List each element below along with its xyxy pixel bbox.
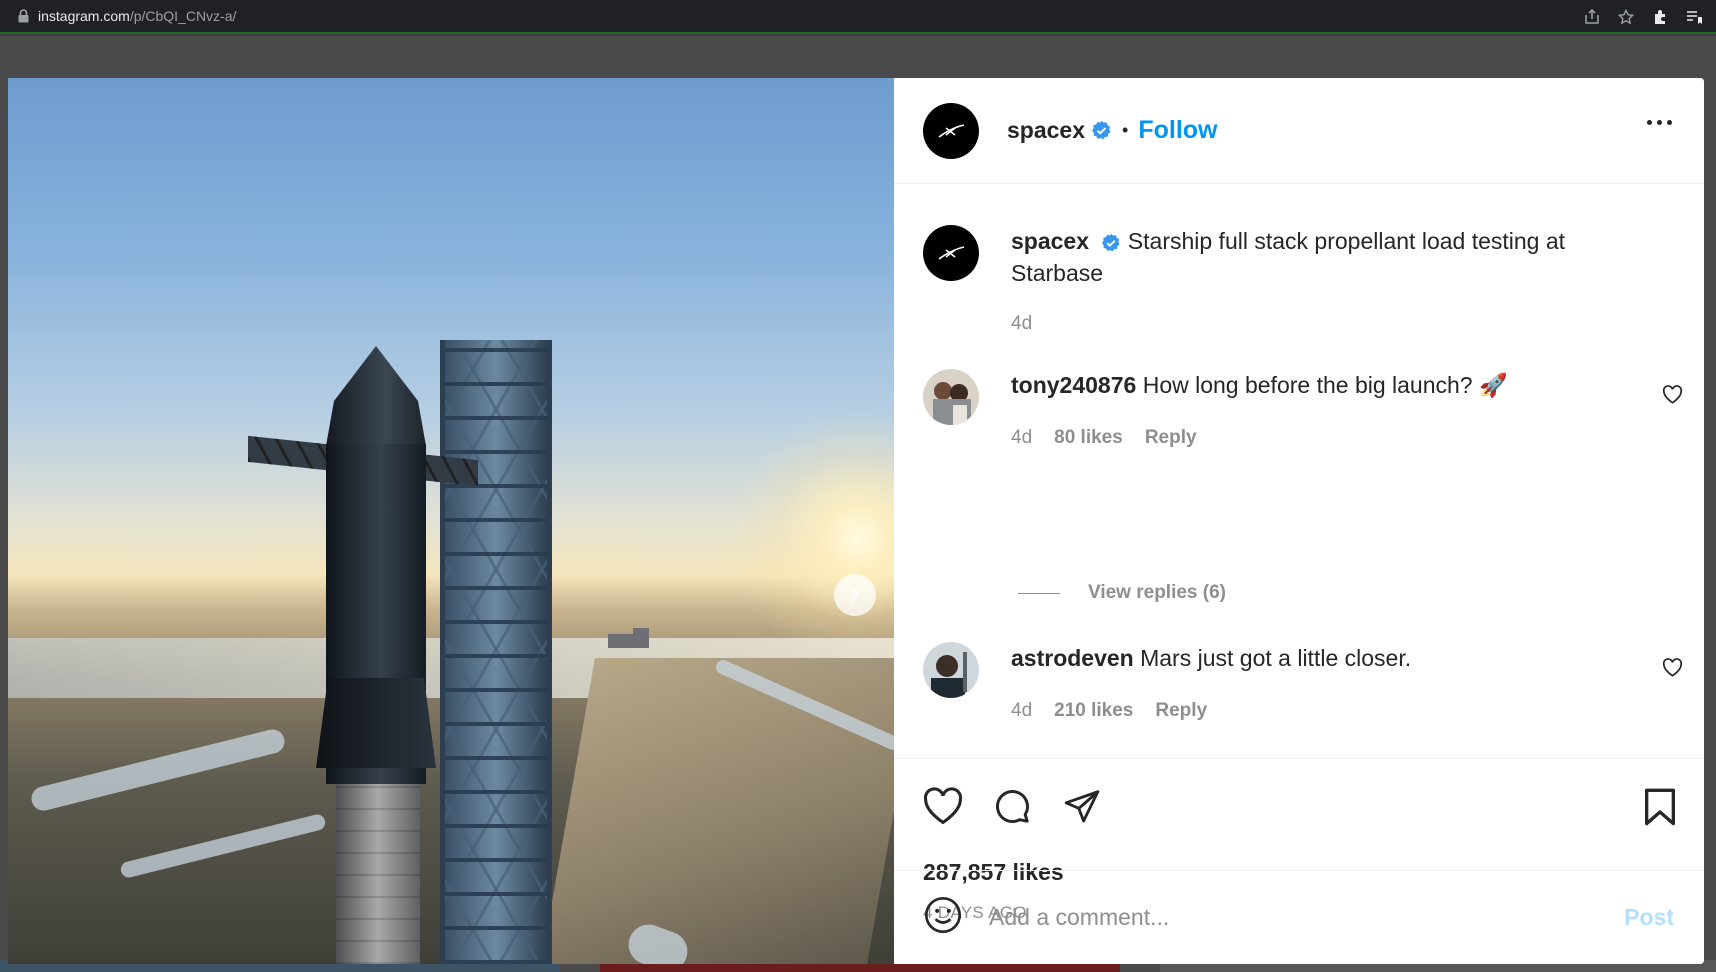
comment-text: How long before the big launch? 🚀 [1142, 372, 1508, 398]
reply-button[interactable]: Reply [1145, 427, 1197, 449]
comment-username[interactable]: astrodeven [1011, 645, 1134, 671]
view-replies-button[interactable]: View replies (6) [1018, 582, 1226, 604]
post-caption: spacex Starship full stack propellant lo… [923, 225, 1611, 335]
verified-badge-icon [1101, 233, 1121, 253]
spacex-logo-icon [938, 123, 965, 138]
spacex-logo-icon [938, 246, 965, 260]
star-icon[interactable] [1618, 9, 1634, 25]
action-bar [922, 787, 1102, 827]
like-comment-heart-icon[interactable] [1662, 658, 1683, 682]
lock-icon[interactable] [16, 8, 30, 24]
bookmark-icon[interactable] [1642, 787, 1678, 827]
post-photo[interactable] [8, 78, 894, 964]
reading-list-icon[interactable] [1686, 9, 1702, 25]
comment-likes[interactable]: 80 likes [1054, 427, 1123, 449]
comment-username[interactable]: tony240876 [1011, 372, 1136, 398]
view-replies-label: View replies (6) [1088, 582, 1226, 603]
comment-item: astrodeven Mars just got a little closer… [923, 642, 1683, 722]
avatar[interactable] [923, 225, 979, 281]
verified-badge-icon [1091, 120, 1112, 141]
comment-time[interactable]: 4d [1011, 700, 1032, 722]
author-username[interactable]: spacex [1007, 117, 1085, 144]
caption-text: Starship full stack propellant load test… [1011, 228, 1566, 286]
follow-button[interactable]: Follow [1138, 116, 1217, 145]
photo-launch-tower [440, 340, 552, 964]
comment-input[interactable] [989, 904, 1569, 931]
caption-username[interactable]: spacex [1011, 228, 1089, 254]
url-path: /p/CbQI_CNvz-a/ [129, 8, 237, 24]
avatar[interactable] [923, 642, 979, 698]
post-modal: spacex • Follow spacex Starship full sta… [8, 78, 1704, 964]
share-icon[interactable] [1584, 9, 1600, 25]
photo-shoreline [541, 658, 894, 964]
comment-time[interactable]: 4d [1011, 427, 1032, 449]
avatar[interactable] [923, 102, 979, 159]
photo-building [633, 628, 649, 648]
photo-super-heavy-booster [336, 784, 420, 964]
url-domain: instagram.com [38, 8, 130, 24]
comment-likes[interactable]: 210 likes [1054, 700, 1133, 722]
more-options-icon[interactable] [1647, 120, 1672, 125]
photo-water [119, 812, 327, 880]
reply-button[interactable]: Reply [1155, 700, 1207, 722]
caption-time[interactable]: 4d [1011, 313, 1032, 335]
post-comment-button[interactable]: Post [1624, 904, 1674, 931]
comment-bubble-icon[interactable] [992, 787, 1034, 827]
like-heart-icon[interactable] [922, 787, 964, 827]
photo-starship-nose [326, 346, 426, 446]
avatar[interactable] [923, 369, 979, 425]
comment-item: tony240876 How long before the big launc… [923, 369, 1683, 449]
header-separator: • [1122, 120, 1129, 140]
carousel-next-button[interactable] [834, 574, 876, 616]
photo-sun [728, 408, 894, 668]
address-bar[interactable]: instagram.com/p/CbQI_CNvz-a/ [38, 8, 236, 24]
emoji-icon[interactable] [923, 895, 963, 940]
photo-starship-flap [316, 678, 436, 768]
photo-water [28, 726, 288, 814]
extensions-icon[interactable] [1652, 9, 1668, 25]
comment-text: Mars just got a little closer. [1140, 645, 1412, 671]
post-header: spacex • Follow [894, 78, 1704, 184]
post-side-panel: spacex • Follow spacex Starship full sta… [894, 78, 1704, 964]
chevron-right-icon [850, 587, 860, 603]
comment-composer: Post [894, 870, 1704, 964]
comments-list[interactable]: spacex Starship full stack propellant lo… [894, 185, 1704, 756]
browser-toolbar: instagram.com/p/CbQI_CNvz-a/ [0, 0, 1716, 34]
share-paper-plane-icon[interactable] [1062, 787, 1102, 827]
like-comment-heart-icon[interactable] [1662, 385, 1683, 409]
